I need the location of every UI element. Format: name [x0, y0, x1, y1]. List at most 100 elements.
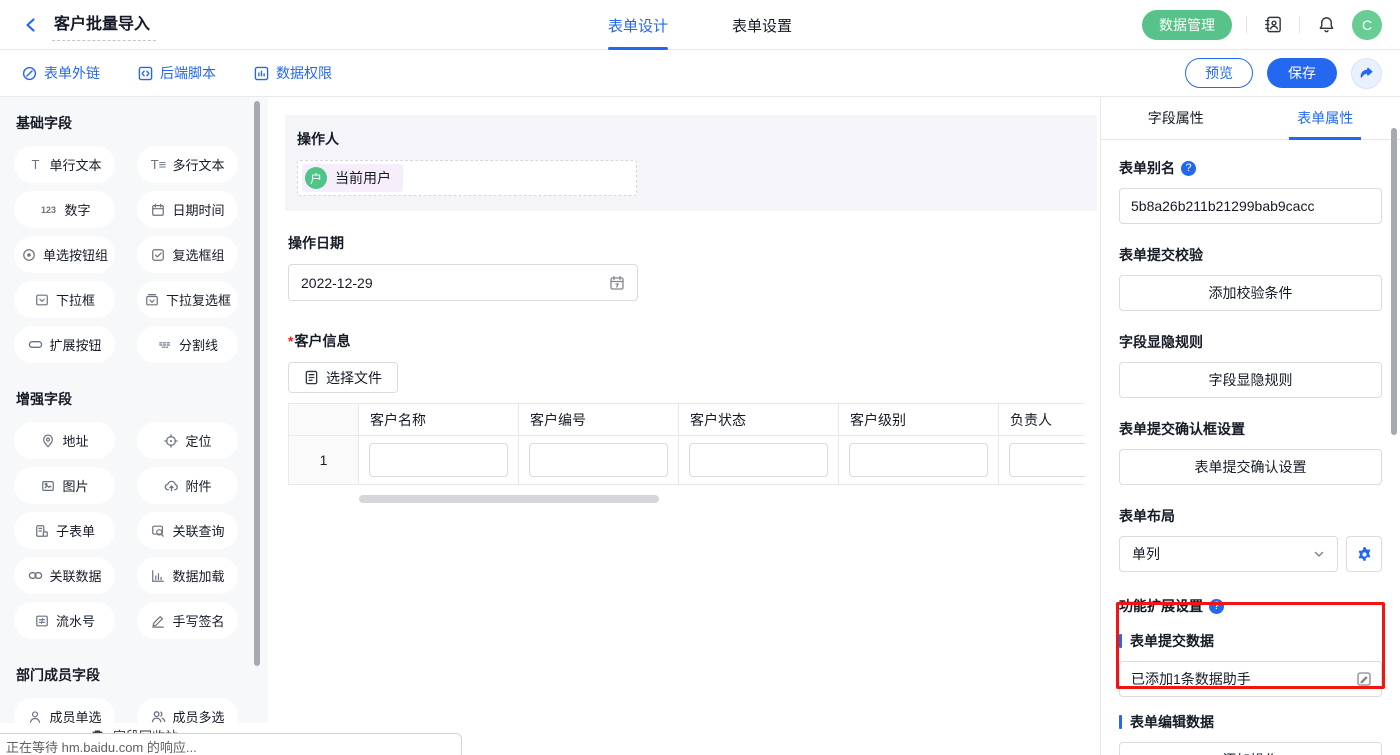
field-item-linked-data[interactable]: 关联数据 — [14, 557, 115, 594]
divider — [1246, 16, 1247, 34]
edit-icon[interactable] — [1356, 671, 1372, 687]
browser-status-tooltip: 正在等待 hm.baidu.com 的响应... — [0, 733, 462, 755]
field-item-location[interactable]: 定位 — [137, 422, 238, 459]
data-manage-button[interactable]: 数据管理 — [1142, 10, 1232, 40]
table-header: 客户状态 — [679, 404, 839, 436]
help-icon[interactable] — [1209, 599, 1224, 614]
customer-level-input[interactable] — [849, 443, 988, 477]
table-header-index — [289, 404, 359, 436]
link-icon — [22, 66, 37, 81]
field-item-single-text[interactable]: T单行文本 — [14, 146, 115, 183]
add-validation-button[interactable]: 添加校验条件 — [1119, 275, 1382, 311]
field-item-multi-text[interactable]: T≡多行文本 — [137, 146, 238, 183]
panel-scrollbar[interactable] — [1391, 128, 1397, 435]
tab-form-properties[interactable]: 表单属性 — [1251, 97, 1400, 139]
table-header: 客户编号 — [519, 404, 679, 436]
form-alias-input[interactable]: 5b8a26b211b21299bab9cacc — [1119, 188, 1382, 224]
contacts-icon[interactable] — [1261, 13, 1285, 37]
form-alias-label: 表单别名 — [1119, 158, 1175, 178]
field-item-subform[interactable]: 子表单 — [14, 512, 115, 549]
tab-form-settings[interactable]: 表单设置 — [732, 0, 792, 50]
form-external-link[interactable]: 表单外链 — [22, 63, 100, 83]
table-row: 1 — [289, 436, 1086, 485]
section-title-enhanced: 增强字段 — [16, 389, 268, 409]
app-header: 客户批量导入 表单设计 表单设置 数据管理 C — [0, 0, 1400, 50]
divider — [1299, 16, 1300, 34]
radio-icon — [21, 247, 37, 263]
operator-field-input[interactable]: 户 当前用户 — [297, 160, 637, 196]
customer-status-input[interactable] — [689, 443, 828, 477]
header-tabs: 表单设计 表单设置 — [608, 0, 792, 50]
properties-panel: 字段属性 表单属性 表单别名 5b8a26b211b21299bab9cacc … — [1100, 97, 1400, 755]
bell-icon[interactable] — [1314, 13, 1338, 37]
field-item-data-load[interactable]: 数据加载 — [137, 557, 238, 594]
calendar-icon[interactable] — [609, 275, 625, 291]
checkbox-icon — [150, 247, 166, 263]
current-user-tag[interactable]: 户 当前用户 — [302, 164, 403, 192]
confirm-dialog-button[interactable]: 表单提交确认设置 — [1119, 449, 1382, 485]
page-title[interactable]: 客户批量导入 — [52, 8, 156, 41]
field-item-select[interactable]: 下拉框 — [14, 281, 115, 318]
customer-name-input[interactable] — [369, 443, 508, 477]
extension-settings-label: 功能扩展设置 — [1119, 596, 1203, 616]
target-icon — [163, 433, 179, 449]
share-icon[interactable] — [1351, 58, 1382, 89]
field-item-checkbox-group[interactable]: 复选框组 — [137, 236, 238, 273]
tab-field-properties[interactable]: 字段属性 — [1101, 97, 1251, 139]
customer-code-input[interactable] — [529, 443, 668, 477]
field-item-signature[interactable]: 手写签名 — [137, 602, 238, 639]
field-item-serial-number[interactable]: 流水号 — [14, 602, 115, 639]
field-item-image[interactable]: 图片 — [14, 467, 115, 504]
operator-field-label: 操作人 — [297, 129, 1085, 149]
user-avatar[interactable]: C — [1352, 10, 1382, 40]
operation-date-field[interactable]: 操作日期 2022-12-29 — [288, 233, 1100, 301]
text-icon: T — [27, 157, 43, 173]
user-tag-avatar: 户 — [305, 167, 327, 189]
submit-data-label: 表单提交数据 — [1119, 631, 1382, 651]
date-input[interactable]: 2022-12-29 — [288, 264, 638, 301]
field-item-datetime[interactable]: 日期时间 — [137, 191, 238, 228]
field-item-extend-button[interactable]: 扩展按钮 — [14, 326, 115, 363]
field-item-attachment[interactable]: 附件 — [137, 467, 238, 504]
data-permission-link[interactable]: 数据权限 — [254, 63, 332, 83]
field-item-radio-group[interactable]: 单选按钮组 — [14, 236, 115, 273]
add-operation-button[interactable]: 添加操作 — [1119, 742, 1382, 755]
gear-icon — [1356, 546, 1373, 563]
table-horizontal-scrollbar[interactable] — [359, 495, 659, 503]
owner-input[interactable] — [1009, 443, 1085, 477]
operator-field[interactable]: 操作人 户 当前用户 — [285, 115, 1097, 211]
field-item-address[interactable]: 地址 — [14, 422, 115, 459]
customer-info-field[interactable]: *客户信息 选择文件 客户名称 客户编号 客户状态 客户级别 负责人 — [288, 331, 1100, 503]
help-icon[interactable] — [1181, 161, 1196, 176]
permission-icon — [254, 66, 269, 81]
sidebar-scrollbar[interactable] — [254, 101, 260, 666]
field-item-number[interactable]: 123数字 — [14, 191, 115, 228]
tab-form-design[interactable]: 表单设计 — [608, 0, 668, 50]
address-pin-icon — [40, 433, 56, 449]
required-mark: * — [288, 333, 293, 349]
layout-select[interactable]: 单列 — [1119, 536, 1338, 572]
file-icon — [304, 370, 319, 385]
form-layout-label: 表单布局 — [1119, 506, 1382, 526]
signature-pen-icon — [150, 613, 166, 629]
field-item-multiselect[interactable]: 下拉复选框 — [137, 281, 238, 318]
visibility-rules-label: 字段显隐规则 — [1119, 332, 1382, 352]
field-item-divider[interactable]: 分割线 — [137, 326, 238, 363]
preview-button[interactable]: 预览 — [1185, 58, 1253, 88]
form-toolbar: 表单外链 后端脚本 数据权限 预览 保存 — [0, 50, 1400, 97]
submit-data-input[interactable]: 已添加1条数据助手 — [1119, 661, 1382, 697]
chevron-down-icon — [1313, 548, 1325, 560]
section-title-basic: 基础字段 — [16, 113, 268, 133]
choose-file-button[interactable]: 选择文件 — [288, 362, 398, 393]
save-button[interactable]: 保存 — [1267, 58, 1337, 88]
number-icon: 123 — [38, 202, 58, 218]
serial-icon — [34, 613, 50, 629]
table-header: 客户级别 — [839, 404, 999, 436]
subform-table: 客户名称 客户编号 客户状态 客户级别 负责人 1 — [288, 403, 1085, 485]
subform-icon — [34, 523, 50, 539]
visibility-rules-button[interactable]: 字段显隐规则 — [1119, 362, 1382, 398]
back-icon[interactable] — [20, 14, 42, 36]
layout-settings-button[interactable] — [1346, 536, 1382, 572]
field-item-lookup[interactable]: 关联查询 — [137, 512, 238, 549]
backend-script-link[interactable]: 后端脚本 — [138, 63, 216, 83]
